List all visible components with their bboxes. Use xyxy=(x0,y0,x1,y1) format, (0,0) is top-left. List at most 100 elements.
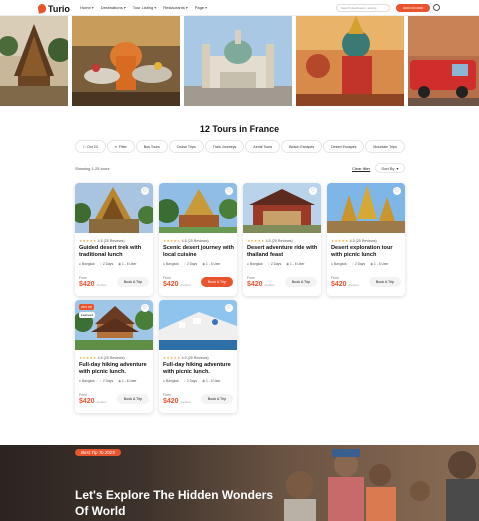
main-nav: Home Destinations Tour Listing Restauran… xyxy=(80,5,207,10)
nav-destinations[interactable]: Destinations xyxy=(101,5,126,10)
hero-gallery xyxy=(0,16,479,106)
price-from-label: From xyxy=(331,276,339,280)
discount-badge: 25% Off xyxy=(79,304,94,310)
location-text: Bangkok xyxy=(334,262,347,266)
group-size: ◉1 - 6 User xyxy=(370,262,388,266)
heart-icon[interactable]: ♡ xyxy=(309,187,317,195)
date-filter-label: Oct 23 xyxy=(87,144,98,149)
price-value: $420 xyxy=(79,398,95,405)
tour-card[interactable]: ♡ ★★★★★ 4.5 (25 Reviews) Full-day hiking… xyxy=(159,300,237,413)
sort-label: Sort By xyxy=(381,165,395,171)
book-trip-button[interactable]: Book A Trip xyxy=(201,277,233,287)
tour-meta: ●Bangkok ○2 Days ◉1 - 6 User xyxy=(79,379,151,383)
heart-icon[interactable]: ♡ xyxy=(225,304,233,312)
chip-aerial-tours[interactable]: Aerial Tours xyxy=(245,140,281,153)
tour-card[interactable]: ♡ ★★★★★ 4.5 (25 Reviews) Scenic desert j… xyxy=(159,183,237,296)
heart-icon[interactable]: ♡ xyxy=(141,187,149,195)
filter-bar: □ Oct 23 ≡ Filter Bus Tours Cruise Trips… xyxy=(75,140,405,154)
search-input[interactable]: Search destination, activity xyxy=(336,4,390,12)
book-trip-button[interactable]: Book A Trip xyxy=(285,277,317,287)
group-size-text: 1 - 6 User xyxy=(374,262,389,266)
tour-title[interactable]: Desert adventure ride with thailand feas… xyxy=(247,245,319,259)
tour-card[interactable]: ♡ ★★★★★ 4.5 (25 Reviews) Desert explorat… xyxy=(327,183,405,296)
promo-tag: Best Tip To 2025 xyxy=(75,449,121,456)
star-rating-icon: ★★★★★ xyxy=(247,239,265,243)
price: $420/person xyxy=(79,281,107,288)
page-title: 12 Tours in France xyxy=(199,124,280,134)
price-unit: /person xyxy=(96,400,107,404)
book-trip-button[interactable]: Book A Trip xyxy=(369,277,401,287)
clock-icon: ○ xyxy=(267,262,270,266)
tour-card[interactable]: ♡ ★★★★★ 4.5 (25 Reviews) Desert adventur… xyxy=(243,183,321,296)
site-header: Turio Home Destinations Tour Listing Res… xyxy=(0,0,479,16)
chip-cruise-trips[interactable]: Cruise Trips xyxy=(168,140,204,153)
group-size-text: 1 - 6 User xyxy=(122,379,137,383)
nav-home[interactable]: Home xyxy=(80,5,94,10)
rating: ★★★★★ 4.5 (25 Reviews) xyxy=(163,239,209,243)
group-size: ◉1 - 6 User xyxy=(118,262,136,266)
group-size: ◉1 - 6 User xyxy=(118,379,136,383)
book-trip-button[interactable]: Book A Trip xyxy=(117,394,149,404)
calendar-icon: □ xyxy=(83,144,86,149)
location: ●Bangkok xyxy=(247,262,263,266)
user-icon[interactable] xyxy=(433,4,440,11)
logo[interactable]: Turio xyxy=(37,3,70,14)
clock-icon: ○ xyxy=(99,262,102,266)
book-trip-button[interactable]: Book A Trip xyxy=(201,394,233,404)
group-size-text: 1 - 6 User xyxy=(206,379,221,383)
price: $420/person xyxy=(79,398,107,405)
duration-text: 2 Days xyxy=(270,262,282,266)
tour-card[interactable]: 25% Off Featured ♡ ★★★★★ 4.5 (25 Reviews… xyxy=(75,300,153,413)
heart-icon[interactable]: ♡ xyxy=(141,304,149,312)
tour-title[interactable]: Guided desert trek with traditional lunc… xyxy=(79,245,151,259)
chip-bus-tours[interactable]: Bus Tours xyxy=(135,140,168,153)
tour-title[interactable]: Full-day hiking adventure with picnic lu… xyxy=(163,362,235,376)
price-value: $420 xyxy=(163,398,179,405)
phone-button[interactable]: 0000 000 0000 xyxy=(396,4,430,12)
clock-icon: ○ xyxy=(351,262,354,266)
users-icon: ◉ xyxy=(370,262,373,266)
location-icon: ● xyxy=(79,262,81,266)
chip-desert-escapes[interactable]: Desert Escapes xyxy=(323,140,365,153)
location-icon: ● xyxy=(247,262,249,266)
location-text: Bangkok xyxy=(82,262,95,266)
book-trip-button[interactable]: Book A Trip xyxy=(117,277,149,287)
location-icon: ● xyxy=(163,379,165,383)
price: $420/person xyxy=(163,281,191,288)
nav-tour-listing[interactable]: Tour Listing xyxy=(133,5,156,10)
hero-image-church xyxy=(184,16,292,106)
duration-text: 2 Days xyxy=(102,379,114,383)
price-unit: /person xyxy=(348,283,359,287)
group-size: ◉1 - 6 User xyxy=(202,262,220,266)
heart-icon[interactable]: ♡ xyxy=(393,187,401,195)
location: ●Bangkok xyxy=(79,262,95,266)
sort-dropdown[interactable]: Sort By ▾ xyxy=(375,163,405,173)
heart-icon[interactable]: ♡ xyxy=(225,187,233,195)
tour-title[interactable]: Desert exploration tour with picnic lunc… xyxy=(331,245,403,259)
tour-title[interactable]: Full-day hiking adventure with picnic lu… xyxy=(79,362,151,376)
nav-restaurants[interactable]: Restaurants xyxy=(163,5,188,10)
group-size-text: 1 - 6 User xyxy=(206,262,221,266)
duration-text: 2 Days xyxy=(186,379,198,383)
tour-card[interactable]: ♡ ★★★★★ 4.5 (25 Reviews) Guided desert t… xyxy=(75,183,153,296)
clear-filter-link[interactable]: Clear filter xyxy=(352,166,370,171)
chip-beach-escapes[interactable]: Beach Escapes xyxy=(281,140,323,153)
chevron-down-icon: ▾ xyxy=(396,165,399,171)
rating: ★★★★★ 4.5 (25 Reviews) xyxy=(247,239,293,243)
filter-icon: ≡ xyxy=(114,144,117,149)
location-text: Bangkok xyxy=(250,262,263,266)
price-value: $420 xyxy=(247,281,263,288)
tour-title[interactable]: Scenic desert journey with local cuisine xyxy=(163,245,235,259)
chip-train-journeys[interactable]: Train Journeys xyxy=(204,140,245,153)
date-filter[interactable]: □ Oct 23 xyxy=(75,140,106,153)
star-rating-icon: ★★★★★ xyxy=(79,239,97,243)
featured-badge: Featured xyxy=(79,312,96,318)
results-count: Showing 1-25 tours xyxy=(75,166,110,171)
users-icon: ◉ xyxy=(118,262,121,266)
group-size-text: 1 - 6 User xyxy=(122,262,137,266)
star-rating-icon: ★★★★★ xyxy=(331,239,349,243)
filter-button[interactable]: ≡ Filter xyxy=(106,140,135,153)
nav-page[interactable]: Page xyxy=(195,5,207,10)
rating-text: 4.5 (25 Reviews) xyxy=(181,239,209,243)
chip-mountain-trips[interactable]: Mountain Trips xyxy=(365,140,405,153)
